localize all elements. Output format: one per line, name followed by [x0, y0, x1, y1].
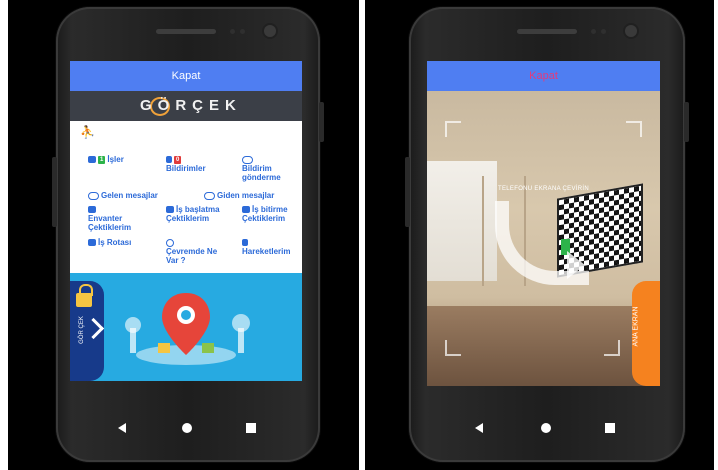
cloud-icon: [88, 156, 96, 164]
isler-count-badge: 1: [98, 155, 106, 164]
sensor: [591, 29, 596, 34]
menu-item-is-bitirme[interactable]: İş bitirme Çektiklerim: [242, 205, 297, 223]
ana-ekran-label: ANA EKRAN: [632, 306, 640, 347]
camera-viewfinder: TELEFONU EKRANA ÇEVİRİN ANA EKRAN: [427, 91, 660, 386]
phone-frame: Kapat GÖRÇEK ⛹ 1 İşler 0 Bildirimler Bildi…: [52, 7, 324, 462]
room-floor: [427, 306, 660, 386]
chevron-right-icon: [82, 317, 105, 340]
instruction-text: TELEFONU EKRANA ÇEVİRİN: [498, 186, 589, 192]
back-icon[interactable]: [475, 423, 483, 433]
chat-icon: [204, 191, 215, 200]
menu-item-bildirim-gonderme[interactable]: Bildirim gönderme: [242, 155, 292, 182]
camera-icon: [88, 206, 96, 214]
menu-item-hareketlerim[interactable]: Hareketlerim: [242, 238, 302, 256]
frame-corner: [445, 121, 461, 137]
recent-apps-icon[interactable]: [605, 423, 615, 433]
menu-item-cevremde[interactable]: Çevremde Ne Var ?: [166, 238, 221, 265]
right-screenshot-panel: Kapat TELEFONU EKRANA ÇEVİRİN ANA EKRAN: [365, 0, 714, 470]
camera-icon: [242, 206, 250, 214]
android-navbar: [409, 414, 685, 442]
home-icon[interactable]: [182, 423, 192, 433]
home-icon[interactable]: [541, 423, 551, 433]
close-bar[interactable]: Kapat: [427, 61, 660, 91]
volume-button: [405, 157, 410, 227]
menu-item-gelen-mesajlar[interactable]: Gelen mesajlar: [88, 191, 158, 200]
hero-illustration: [70, 273, 302, 381]
sensor: [240, 29, 245, 34]
menu-item-isler[interactable]: 1 İşler: [88, 155, 124, 164]
user-icon: ⛹: [80, 125, 95, 139]
camera-icon: [166, 206, 174, 214]
menu-item-is-baslatma[interactable]: İş başlatma Çektiklerim: [166, 205, 221, 223]
close-bar[interactable]: Kapat: [70, 61, 302, 91]
android-navbar: [56, 414, 320, 442]
power-button: [319, 102, 324, 142]
chat-icon: [88, 191, 99, 200]
back-icon[interactable]: [118, 423, 126, 433]
lock-icon: [76, 293, 92, 307]
frame-corner: [626, 121, 642, 137]
front-camera: [264, 25, 276, 37]
chat-icon: [242, 155, 253, 164]
menu-item-giden-mesajlar[interactable]: Giden mesajlar: [204, 191, 274, 200]
power-button: [684, 102, 689, 142]
ana-ekran-button[interactable]: ANA EKRAN: [632, 281, 660, 386]
menu-item-bildirimler[interactable]: 0 Bildirimler: [166, 155, 216, 173]
map-pin-illustration: [125, 293, 250, 365]
volume-button: [52, 157, 57, 227]
arrow-head-icon: [567, 251, 585, 279]
left-screenshot-panel: Kapat GÖRÇEK ⛹ 1 İşler 0 Bildirimler Bildi…: [8, 0, 359, 470]
sensor: [230, 29, 235, 34]
location-icon: [166, 238, 174, 247]
bell-icon: [166, 156, 172, 164]
app-logo: GÖRÇEK: [140, 97, 242, 114]
recent-apps-icon[interactable]: [246, 423, 256, 433]
app-screen: Kapat GÖRÇEK ⛹ 1 İşler 0 Bildirimler Bildi…: [70, 61, 302, 381]
phone-frame: Kapat TELEFONU EKRANA ÇEVİRİN ANA EKRAN: [405, 7, 689, 462]
sensor: [601, 29, 606, 34]
gor-cek-tab[interactable]: GÖR ÇEK: [70, 281, 105, 381]
person-icon: [242, 239, 248, 247]
speaker: [156, 29, 216, 34]
frame-corner: [604, 340, 620, 356]
menu-item-envanter[interactable]: Envanter Çektiklerim: [88, 205, 148, 232]
front-camera: [625, 25, 637, 37]
frame-corner: [445, 340, 461, 356]
logo-bar: GÖRÇEK: [70, 91, 302, 121]
menu-item-is-rotasi[interactable]: İş Rotası: [88, 238, 138, 247]
route-icon: [88, 239, 96, 247]
bildirimler-count-badge: 0: [174, 155, 182, 164]
camera-screen: Kapat TELEFONU EKRANA ÇEVİRİN ANA EKRAN: [427, 61, 660, 386]
speaker: [517, 29, 577, 34]
